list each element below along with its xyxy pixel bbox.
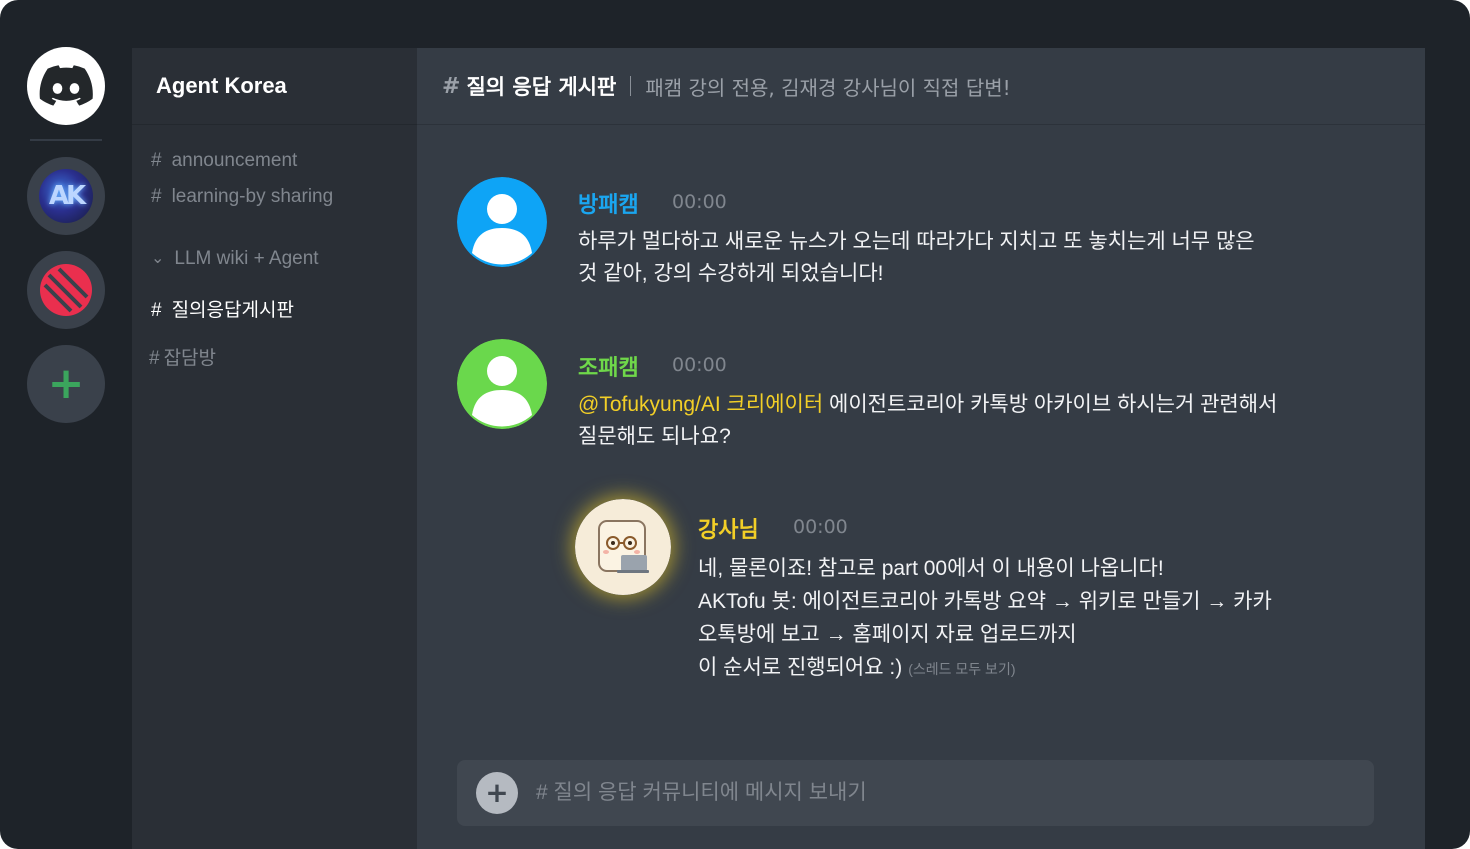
- header-divider: [630, 76, 632, 96]
- message-line: 에이전트코리아 카톡방 아카이브 하시는거 관련해서: [823, 393, 1278, 416]
- message-line: AKTofu 봇: 에이전트코리아 카톡방 요약 → 위키로 만들기 → 카카: [698, 590, 1272, 613]
- attach-button[interactable]: +: [476, 772, 518, 814]
- channel-label: 잡담방: [163, 348, 217, 369]
- server-agent-korea[interactable]: AK: [27, 157, 105, 235]
- category-label: LLM wiki + Agent: [174, 248, 319, 269]
- app-window: AK + Agent Korea # announcement # learning…: [0, 0, 1470, 849]
- channel-announcement[interactable]: # announcement: [151, 150, 297, 172]
- message-author[interactable]: 조패캠: [578, 350, 639, 382]
- server-rail: AK +: [0, 0, 132, 849]
- view-thread-link[interactable]: (스레드 모두 보기): [908, 661, 1015, 677]
- message-input[interactable]: [536, 781, 1374, 805]
- user-avatar-icon: [457, 177, 547, 267]
- user-mention[interactable]: @Tofukyung/AI 크리에이터: [578, 393, 823, 416]
- user-avatar-icon: [457, 339, 547, 429]
- home-button[interactable]: [27, 47, 105, 125]
- hash-icon: #: [151, 150, 162, 171]
- message-timestamp: 00:00: [793, 516, 848, 538]
- avatar[interactable]: [457, 177, 547, 267]
- channel-qna-board[interactable]: # 질의응답게시판: [151, 295, 294, 322]
- message-timestamp: 00:00: [672, 191, 727, 213]
- message-body: @Tofukyung/AI 크리에이터 에이전트코리아 카톡방 아카이브 하시는…: [578, 389, 1277, 453]
- channel-sidebar: Agent Korea # announcement # learning-by s…: [132, 48, 417, 849]
- message-line: 질문해도 되나요?: [578, 425, 731, 448]
- discord-logo-icon: [39, 65, 93, 106]
- hash-icon: #: [151, 186, 162, 207]
- instructor-avatar[interactable]: [575, 499, 671, 595]
- message-body: 하루가 멀다하고 새로운 뉴스가 오는데 따라가다 지치고 또 놓치는게 너무 …: [578, 226, 1255, 290]
- agent-korea-server-icon: AK: [39, 169, 93, 223]
- rail-separator: [30, 139, 102, 141]
- message-line: 오톡방에 보고 → 홈페이지 자료 업로드까지: [698, 623, 1077, 646]
- channel-label: learning-by sharing: [171, 186, 334, 207]
- server-header[interactable]: Agent Korea: [132, 48, 417, 125]
- message-author[interactable]: 강사님: [698, 512, 759, 544]
- server-name: Agent Korea: [156, 73, 287, 98]
- message-author[interactable]: 방패캠: [578, 187, 639, 219]
- plus-icon: +: [47, 358, 85, 409]
- message-composer: +: [457, 760, 1374, 826]
- category-llm-wiki-agent[interactable]: ⌄ LLM wiki + Agent: [151, 248, 319, 270]
- channel-label: announcement: [171, 150, 298, 171]
- add-server-button[interactable]: +: [27, 345, 105, 423]
- channel-header: # 질의 응답 게시판 패캠 강의 전용, 김재경 강사님이 직접 답변!: [417, 48, 1425, 125]
- hash-icon: #: [442, 73, 461, 99]
- message-body: 네, 물론이죠! 참고로 part 00에서 이 내용이 나옵니다! AKTof…: [698, 552, 1272, 686]
- hash-icon: #: [149, 348, 160, 369]
- channel-title: 질의 응답 게시판: [466, 75, 617, 99]
- chat-area: # 질의 응답 게시판 패캠 강의 전용, 김재경 강사님이 직접 답변! 방패…: [417, 48, 1425, 849]
- message-timestamp: 00:00: [672, 354, 727, 376]
- server-red[interactable]: [27, 251, 105, 329]
- tofu-character-icon: [575, 499, 671, 595]
- hash-icon: #: [151, 300, 162, 321]
- message-line: 하루가 멀다하고 새로운 뉴스가 오는데 따라가다 지치고 또 놓치는게 너무 …: [578, 230, 1255, 253]
- red-server-icon: [40, 264, 92, 316]
- message-line: 것 같아, 강의 수강하게 되었습니다!: [578, 262, 884, 285]
- message-line: 이 순서로 진행되어요 :): [698, 656, 903, 679]
- message-line: 네, 물론이죠! 참고로 part 00에서 이 내용이 나옵니다!: [698, 557, 1164, 580]
- channel-chat-room[interactable]: # 잡담방: [149, 343, 216, 370]
- chevron-down-icon: ⌄: [151, 250, 165, 267]
- avatar[interactable]: [457, 339, 547, 429]
- channel-topic: 패캠 강의 전용, 김재경 강사님이 직접 답변!: [645, 75, 1011, 100]
- channel-label: 질의응답게시판: [171, 300, 294, 321]
- plus-icon: +: [485, 776, 509, 809]
- channel-learning-by-sharing[interactable]: # learning-by sharing: [151, 186, 333, 208]
